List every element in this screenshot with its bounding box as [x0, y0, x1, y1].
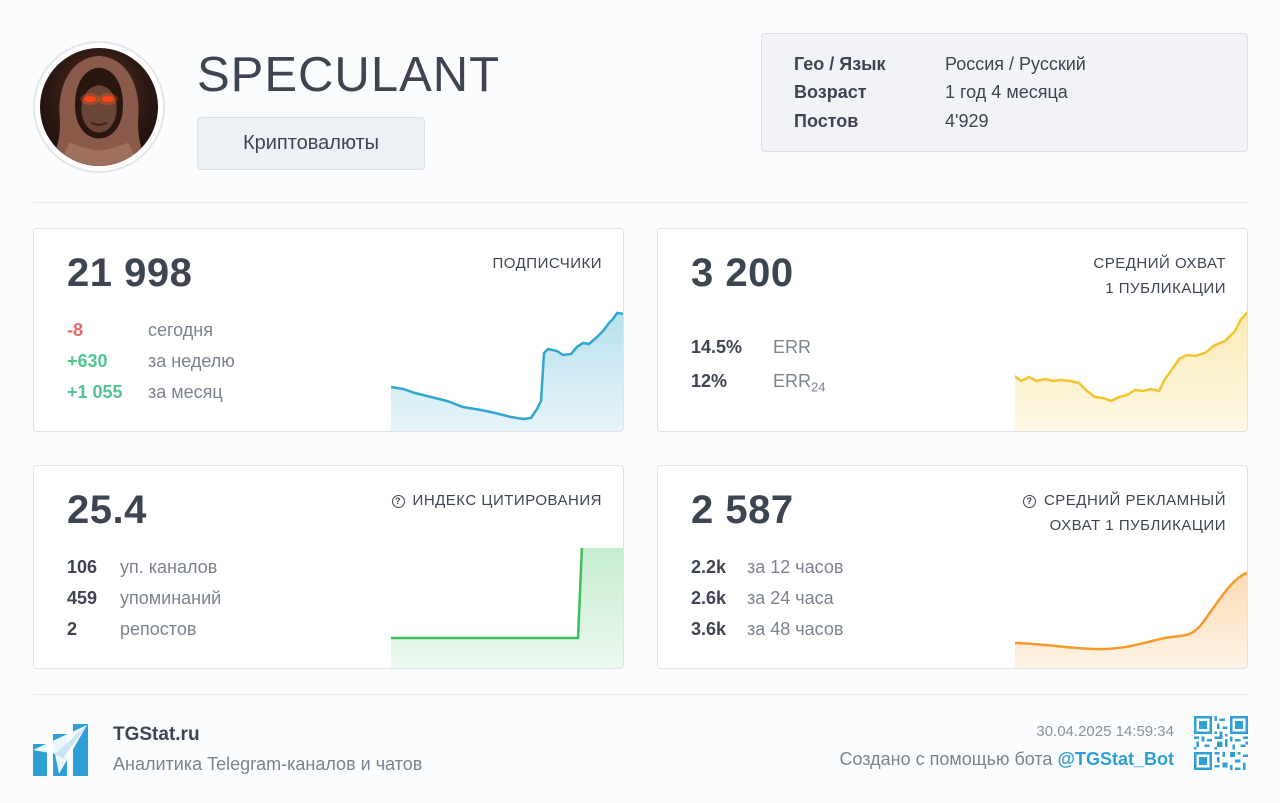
brand-tagline: Аналитика Telegram-каналов и чатов: [113, 754, 423, 774]
info-key: Возраст: [794, 82, 867, 102]
reach-label: СРЕДНИЙ ОХВАТ 1 ПУБЛИКАЦИИ: [1093, 255, 1226, 297]
stat-week: +630 за неделю: [67, 351, 235, 371]
stat-today: -8 сегодня: [67, 320, 213, 340]
stat-reposts: 2 репостов: [67, 619, 197, 639]
subscribers-count: 21 998: [67, 251, 193, 295]
divider: [33, 202, 1248, 203]
question-icon[interactable]: ?: [391, 495, 405, 508]
category-button[interactable]: Криптовалюты: [197, 117, 425, 170]
channel-title: SPECULANT: [197, 48, 501, 102]
tgstat-logo-icon: [33, 724, 88, 776]
citation-sparkline: [391, 548, 623, 668]
brand-name[interactable]: TGStat.ru: [113, 724, 200, 746]
bot-link[interactable]: @TGStat_Bot: [1057, 749, 1174, 769]
info-key: Гео / Язык: [794, 54, 886, 74]
citation-index-value: 25.4: [67, 488, 147, 532]
hooded-figure-avatar-image: [40, 48, 158, 166]
generated-timestamp: 30.04.2025 14:59:34: [1036, 723, 1174, 740]
info-value: 4'929: [945, 111, 989, 131]
reach-count: 3 200: [691, 251, 794, 295]
stat-12h: 2.2k за 12 часов: [691, 557, 844, 577]
subscribers-sparkline: [391, 311, 623, 431]
channel-info-panel: Гео / Язык Россия / Русский Возраст 1 го…: [761, 33, 1248, 152]
stat-err24: 12% ERR24: [691, 371, 826, 395]
reach-sparkline: [1015, 311, 1247, 431]
citation-index-label: ? ИНДЕКС ЦИТИРОВАНИЯ: [391, 488, 602, 513]
ad-reach-label: ? СРЕДНИЙ РЕКЛАМНЫЙ ОХВАТ 1 ПУБЛИКАЦИИ: [1022, 488, 1226, 538]
info-value: 1 год 4 месяца: [945, 82, 1068, 102]
reach-card[interactable]: 3 200 СРЕДНИЙ ОХВАТ 1 ПУБЛИКАЦИИ 14.5% E…: [657, 228, 1248, 432]
divider: [33, 694, 1248, 695]
stat-mentions: 459 упоминаний: [67, 588, 222, 608]
bot-credit: Создано с помощью бота @TGStat_Bot: [839, 749, 1174, 769]
info-value: Россия / Русский: [945, 54, 1086, 74]
qr-code-icon: [1194, 716, 1248, 770]
stat-channels: 106 уп. каналов: [67, 557, 218, 577]
ad-reach-sparkline: [1015, 571, 1247, 668]
question-icon[interactable]: ?: [1022, 495, 1036, 508]
subscribers-label: ПОДПИСЧИКИ: [492, 255, 602, 272]
ad-reach-value: 2 587: [691, 488, 794, 532]
avatar-illustration: [47, 55, 151, 166]
stat-24h: 2.6k за 24 часа: [691, 588, 834, 608]
subscribers-card[interactable]: 21 998 ПОДПИСЧИКИ -8 сегодня +630 за нед…: [33, 228, 624, 432]
stat-month: +1 055 за месяц: [67, 382, 223, 402]
info-key: Постов: [794, 111, 859, 131]
stat-err: 14.5% ERR: [691, 337, 812, 357]
citation-index-card[interactable]: 25.4 ? ИНДЕКС ЦИТИРОВАНИЯ 106 уп. каналов…: [33, 465, 624, 669]
ad-reach-card[interactable]: 2 587 ? СРЕДНИЙ РЕКЛАМНЫЙ ОХВАТ 1 ПУБЛИКА…: [657, 465, 1248, 669]
stat-48h: 3.6k за 48 часов: [691, 619, 844, 639]
channel-avatar: [33, 41, 165, 173]
